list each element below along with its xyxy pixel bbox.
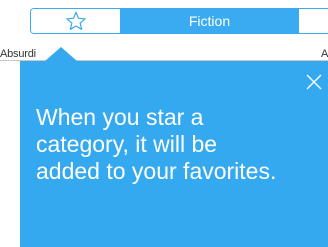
close-icon[interactable] <box>305 73 323 91</box>
tooltip-arrow <box>45 47 77 61</box>
tooltip-message: When you star a category, it will be add… <box>36 104 277 184</box>
tab-fiction-label: Fiction <box>188 13 231 29</box>
star-outline-icon <box>65 11 86 31</box>
favorites-star-tab[interactable] <box>31 9 121 33</box>
tab-fiction[interactable]: Fiction <box>121 9 299 33</box>
category-segmented-control: Fiction <box>30 8 328 34</box>
tab-next[interactable] <box>299 9 328 33</box>
list-item-label-right: A <box>321 48 328 60</box>
